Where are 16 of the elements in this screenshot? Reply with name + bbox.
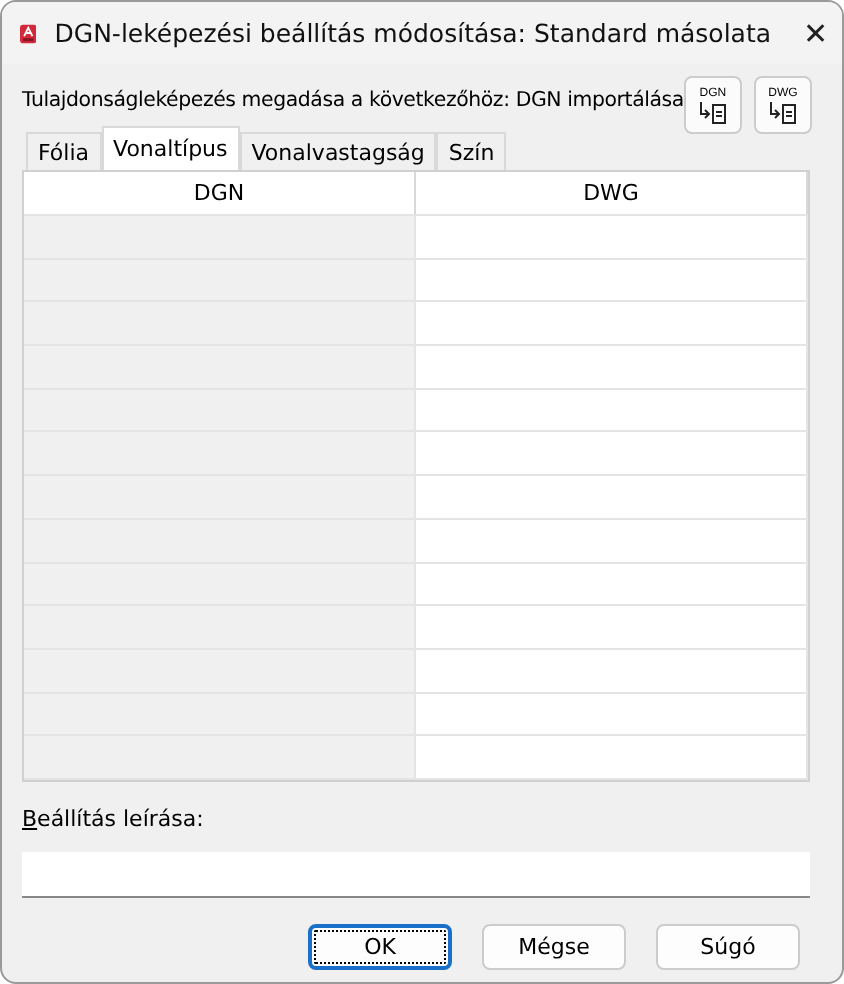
arrow-document-icon: [768, 101, 797, 123]
heading-text: Tulajdonságleképezés megadása a következőhöz: DGN importálása: [22, 90, 684, 112]
tab[interactable]: Fólia: [26, 132, 102, 170]
arrow-document-icon: [698, 101, 727, 123]
dialog-button[interactable]: Mégse: [482, 924, 626, 970]
field-label: Beállítás leírása:: [22, 806, 206, 832]
tab[interactable]: Vonaltípus: [101, 126, 240, 170]
dialog-button[interactable]: OK: [308, 924, 452, 970]
close-button[interactable]: ✕: [789, 3, 842, 63]
column-header[interactable]: DWG: [416, 172, 808, 214]
dialog-button[interactable]: Súgó: [656, 924, 800, 970]
window-title: DGN-leképezési beállítás módosítása: Standard másolata: [54, 18, 772, 48]
tab[interactable]: Szín: [436, 132, 507, 170]
column-header[interactable]: DGN: [24, 172, 416, 214]
description-field[interactable]: [22, 852, 810, 898]
tab[interactable]: Vonalvastagság: [239, 132, 437, 170]
